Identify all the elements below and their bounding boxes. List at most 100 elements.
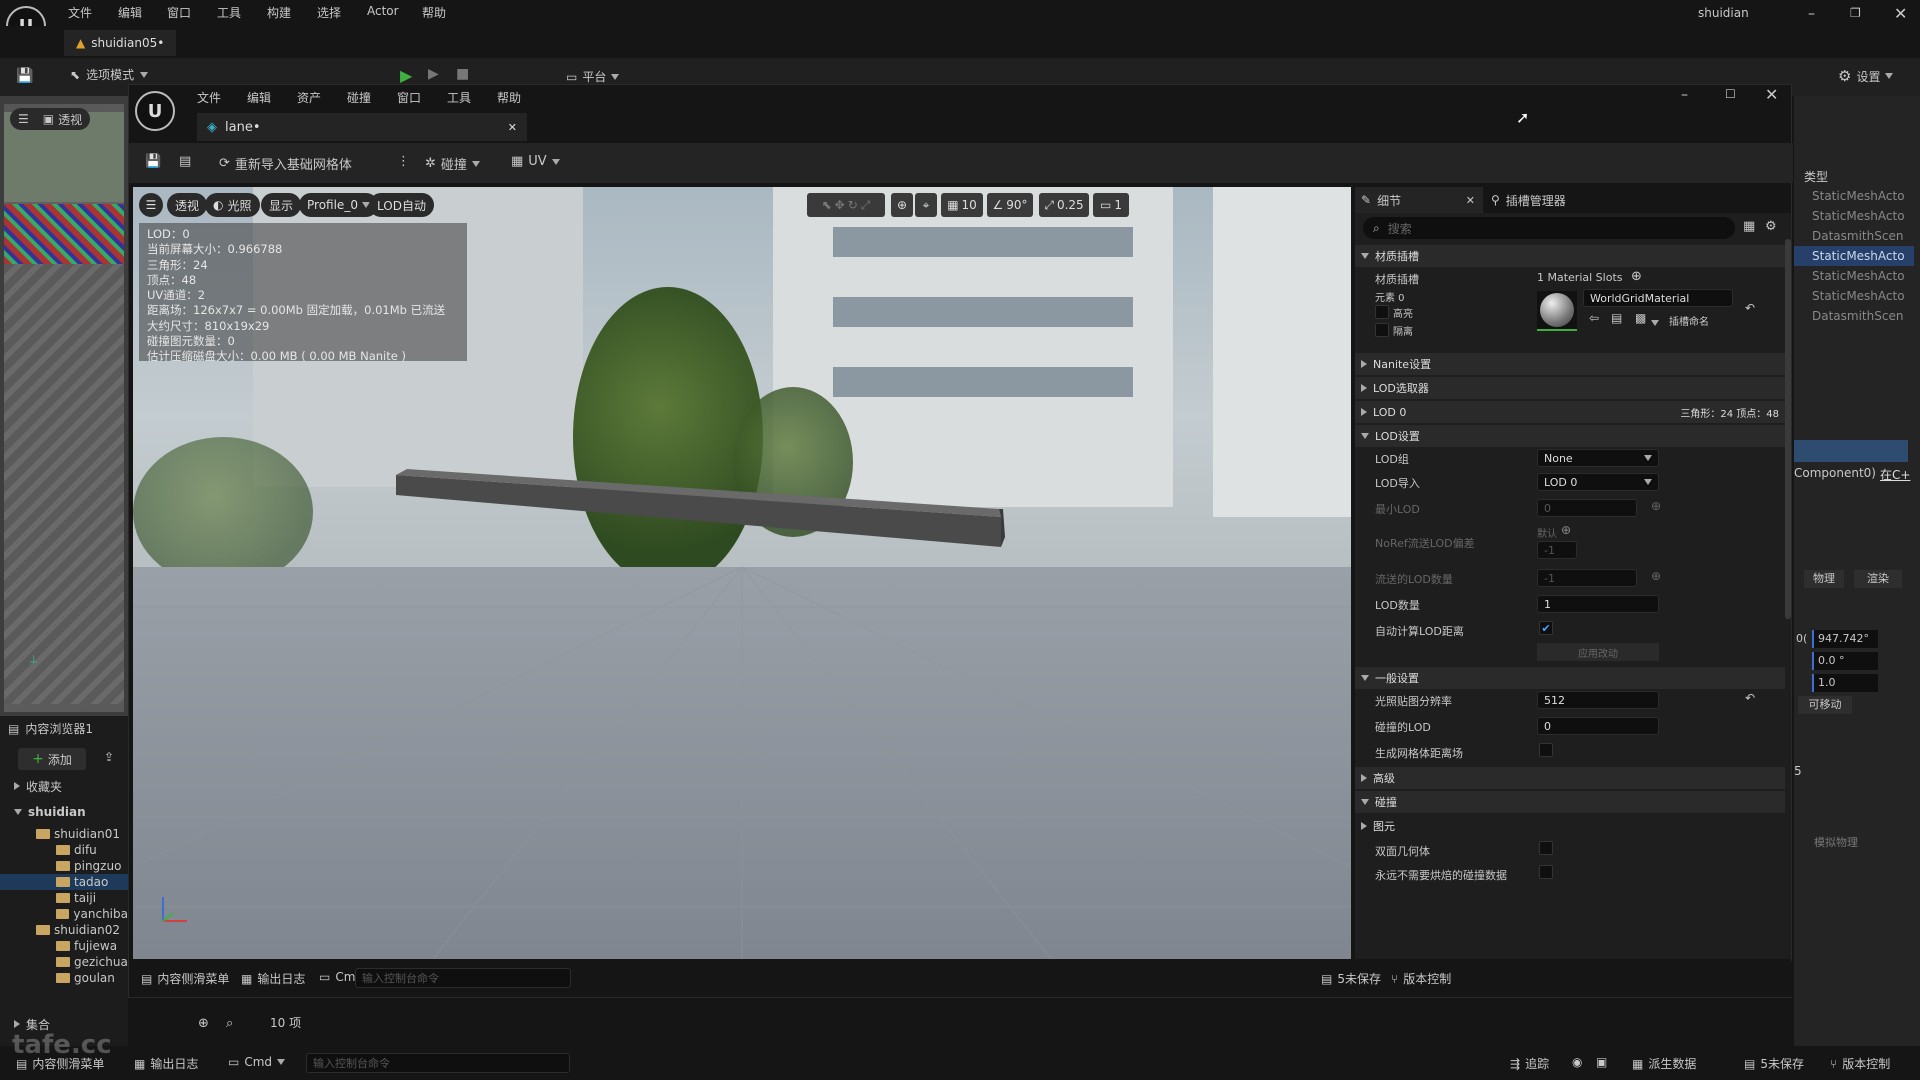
details-scrollbar[interactable] <box>1785 239 1791 619</box>
derived-data-button[interactable]: ▦ 派生数据 <box>1632 1055 1696 1072</box>
tab-rendering[interactable]: 渲染 <box>1854 570 1902 588</box>
uv-dropdown[interactable]: ▦ UV <box>511 154 560 169</box>
outliner-row[interactable]: StaticMeshActo <box>1794 186 1914 206</box>
section-nanite[interactable]: Nanite设置 <box>1355 353 1785 375</box>
material-thumbnail[interactable] <box>1537 291 1577 331</box>
section-lod-picker[interactable]: LOD选取器 <box>1355 377 1785 399</box>
collision-dropdown[interactable]: ✲ 碰撞 <box>425 154 480 173</box>
section-material-slots[interactable]: 材质插槽 <box>1355 245 1785 267</box>
never-cook-checkbox[interactable] <box>1539 865 1553 879</box>
lod-group-dropdown[interactable]: None <box>1537 449 1659 467</box>
outliner-row[interactable]: StaticMeshActo <box>1794 266 1914 286</box>
folder-item[interactable]: pingzuo <box>0 858 128 874</box>
tab-physics[interactable]: 物理 <box>1804 570 1844 588</box>
apply-changes-button[interactable]: 应用改动 <box>1537 643 1659 661</box>
profile-dropdown[interactable]: Profile_0 <box>299 193 378 217</box>
platform-dropdown[interactable]: ▭ 平台 <box>566 68 620 85</box>
reset-icon[interactable]: ↶ <box>1745 691 1755 705</box>
folder-item-selected[interactable]: tadao <box>0 874 128 890</box>
rotation-snap-button[interactable]: ∠ 90° <box>987 193 1033 217</box>
menu-help[interactable]: 帮助 <box>422 4 446 21</box>
mesh-viewport[interactable]: LOD：0 当前屏幕大小：0.966788 三角形：24 顶点：48 UV通道：… <box>133 187 1351 959</box>
section-lod0[interactable]: LOD 0 三角形：24 顶点：48 <box>1355 401 1785 423</box>
streamed-lod-field[interactable]: -1 <box>1537 569 1637 587</box>
trace-button[interactable]: ⇶ 追踪 <box>1510 1055 1549 1072</box>
grid-snap-button[interactable]: ▦ 10 <box>941 193 983 217</box>
level-tab[interactable]: ▲ shuidian05• <box>64 30 177 56</box>
console-input[interactable]: 输入控制台命令 <box>306 1053 570 1073</box>
folder-item[interactable]: fujiewa <box>0 938 128 954</box>
folder-item[interactable]: gezichua <box>0 954 128 970</box>
lod-auto-button[interactable]: LOD自动 <box>369 193 434 217</box>
min-lod-field[interactable]: 0 <box>1537 499 1637 517</box>
section-primitive[interactable]: 图元 <box>1355 815 1785 837</box>
menu-edit[interactable]: 编辑 <box>118 4 142 21</box>
movable-button[interactable]: 可移动 <box>1798 696 1852 714</box>
section-advanced[interactable]: 高级 <box>1355 767 1785 789</box>
save-icon[interactable]: 💾 <box>145 154 161 169</box>
distance-field-checkbox[interactable] <box>1539 743 1553 757</box>
transform-field[interactable]: 1.0 <box>1812 674 1878 692</box>
tab-socket-manager[interactable]: ⚲ 插槽管理器 <box>1491 187 1566 213</box>
viewport-menu-button[interactable]: ☰ <box>139 193 163 217</box>
add-platform-icon[interactable]: ⊕ <box>1561 523 1571 537</box>
favorites-row[interactable]: 收藏夹 <box>0 778 128 794</box>
auto-lod-checkbox[interactable]: ✔ <box>1539 621 1553 635</box>
menu-file[interactable]: 文件 <box>197 89 221 106</box>
chevron-down-icon[interactable] <box>1651 315 1659 329</box>
record-icon[interactable]: ◉ <box>1572 1055 1582 1069</box>
cmd-dropdown[interactable]: ▭ Cmd <box>228 1055 286 1069</box>
outliner-row[interactable]: DatasmithScen <box>1794 226 1914 246</box>
close-icon[interactable]: ✕ <box>1765 85 1778 104</box>
level-viewport[interactable]: ⟂ <box>4 104 124 712</box>
menu-tools[interactable]: 工具 <box>217 4 241 21</box>
lod-count-field[interactable]: 1 <box>1537 595 1659 613</box>
folder-item[interactable]: shuidian02 <box>0 922 128 938</box>
import-icon[interactable]: ⇪ <box>104 750 114 764</box>
menu-edit[interactable]: 编辑 <box>247 89 271 106</box>
more-icon[interactable]: ⋮ <box>397 154 410 169</box>
asset-tab[interactable]: ◈ lane• ✕ <box>197 113 527 141</box>
mode-dropdown[interactable]: ⬉ 选项模式 <box>70 66 149 83</box>
menu-collision[interactable]: 碰撞 <box>347 89 371 106</box>
close-icon[interactable]: ✕ <box>1894 4 1907 23</box>
menu-actor[interactable]: Actor <box>367 4 399 18</box>
source-control-button[interactable]: ⑂ 版本控制 <box>1391 970 1451 987</box>
component-link[interactable]: 在C+ <box>1880 466 1910 483</box>
options-icon[interactable]: ▩ <box>1635 311 1646 325</box>
add-collection-icon[interactable]: ⊕ <box>198 1016 209 1031</box>
outliner-row[interactable]: StaticMeshActo <box>1794 286 1914 306</box>
material-picker[interactable]: WorldGridMaterial <box>1583 289 1733 307</box>
content-browser-tab[interactable]: ▤ 内容浏览器1 <box>8 720 93 737</box>
transform-field[interactable]: 947.742° <box>1812 630 1878 648</box>
use-selected-icon[interactable]: ⇦ <box>1589 311 1599 325</box>
add-slot-icon[interactable]: ⊕ <box>1631 269 1642 284</box>
root-row[interactable]: shuidian <box>0 804 128 820</box>
unsaved-button[interactable]: ▤ 5未保存 <box>1321 970 1381 987</box>
search-icon[interactable]: ⌕ <box>226 1016 233 1031</box>
folder-item[interactable]: shuidian01 <box>0 826 128 842</box>
section-general[interactable]: 一般设置 <box>1355 667 1785 689</box>
scale-snap-button[interactable]: ⤢ 0.25 <box>1039 193 1089 217</box>
reimport-button[interactable]: ⟳ 重新导入基础网格体 <box>219 154 352 173</box>
menu-help[interactable]: 帮助 <box>497 89 521 106</box>
viewport-lit-button[interactable]: ◐ 光照 <box>205 193 260 217</box>
tab-details[interactable]: ✎ 细节 ✕ <box>1355 187 1483 213</box>
transform-tools[interactable]: ⬉ ✥ ↻ ⤢ <box>807 193 885 217</box>
lod-import-dropdown[interactable]: LOD 0 <box>1537 473 1659 491</box>
outliner-row[interactable]: StaticMeshActo <box>1794 206 1914 226</box>
add-platform-icon[interactable]: ⊕ <box>1651 569 1661 583</box>
left-viewport-view-button[interactable]: ☰ ▣ 透视 <box>10 108 91 130</box>
section-lod-settings[interactable]: LOD设置 <box>1355 425 1785 447</box>
restore-icon[interactable]: ❐ <box>1850 6 1861 20</box>
component-selected-row[interactable] <box>1794 440 1908 462</box>
browse-icon[interactable]: ▤ <box>1611 311 1622 325</box>
folder-item[interactable]: goulan <box>0 970 128 986</box>
section-collision[interactable]: 碰撞 <box>1355 791 1785 813</box>
collision-lod-field[interactable]: 0 <box>1537 717 1659 735</box>
isolate-checkbox[interactable] <box>1375 323 1389 337</box>
world-local-icon[interactable]: ⊕ <box>891 193 913 217</box>
menu-file[interactable]: 文件 <box>68 4 92 21</box>
tab-close-icon[interactable]: ✕ <box>1466 194 1475 207</box>
output-log-button[interactable]: ▦ 输出日志 <box>241 970 305 987</box>
